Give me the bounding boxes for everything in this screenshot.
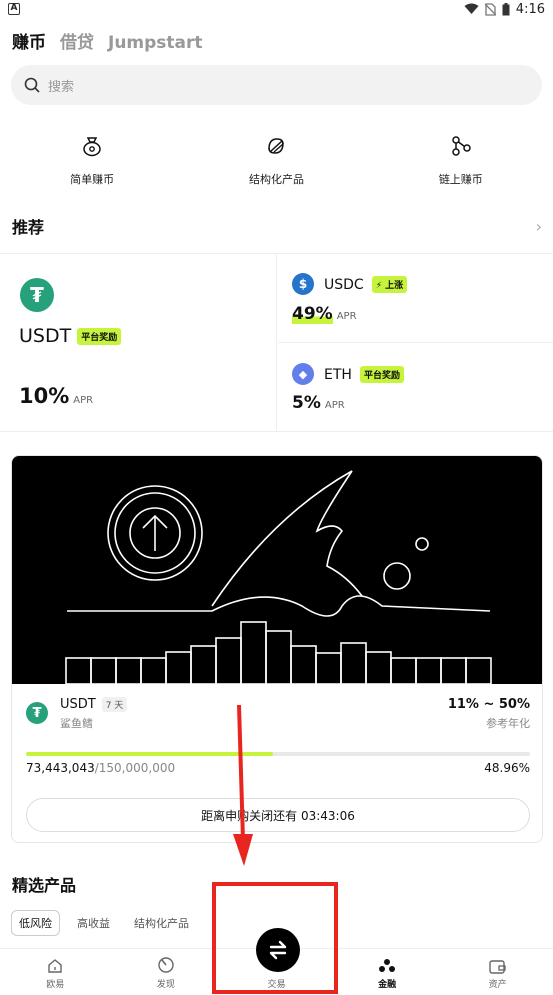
filter-structured[interactable]: 结构化产品 (127, 911, 196, 935)
wallet-icon (489, 960, 506, 974)
chevron-right-icon: › (535, 216, 542, 236)
category-label: 简单赚币 (70, 173, 115, 186)
shark-fin-illustration (65, 470, 492, 685)
rising-badge-label: 上涨 (385, 281, 404, 291)
category-label: 链上赚币 (438, 173, 483, 186)
nav-label: 金融 (378, 980, 397, 990)
clock: 4:16 (515, 1, 545, 17)
structured-icon (268, 138, 285, 154)
recommend-card-eth[interactable]: ◆ ETH 平台奖励 5% APR (278, 343, 553, 432)
coin-name: USDT (19, 325, 72, 347)
recommend-cards: ₮ USDT 平台奖励 10% APR $ USDC ⚡ 上涨 49% APR … (0, 253, 553, 432)
home-icon (48, 959, 62, 973)
progress-bar (26, 752, 530, 756)
category-onchain[interactable]: 链上赚币 (369, 135, 553, 187)
progress-percent: 48.96% (484, 761, 530, 775)
nav-label: 发现 (156, 980, 175, 990)
moneybag-icon (83, 137, 101, 157)
usdt-coin-icon: ₮ (20, 278, 54, 312)
nav-assets[interactable]: 资产 (442, 949, 553, 995)
discover-icon (158, 957, 174, 973)
notification-icon: A (8, 3, 20, 15)
apr-label: APR (324, 400, 345, 411)
recommend-card-usdc[interactable]: $ USDC ⚡ 上涨 49% APR (278, 254, 553, 343)
top-tabs: 赚币 借贷 Jumpstart (12, 28, 203, 53)
platform-reward-badge: 平台奖励 (77, 327, 122, 345)
usdc-coin-icon: $ (292, 273, 314, 295)
trade-button[interactable] (256, 928, 300, 972)
countdown-button[interactable]: 距离申购关闭还有 03:43:06 (26, 798, 530, 832)
countdown-text: 距离申购关闭还有 03:43:06 (201, 808, 355, 823)
nav-label: 资产 (488, 980, 507, 990)
tab-earn[interactable]: 赚币 (12, 28, 46, 53)
category-label: 结构化产品 (248, 173, 304, 186)
search-placeholder: 搜索 (48, 79, 75, 95)
nav-label: 交易 (267, 980, 286, 990)
battery-icon (502, 2, 510, 15)
nav-finance[interactable]: 金融 (332, 949, 443, 995)
shark-fin-promo-card[interactable]: ₮ USDT 7 天 鲨鱼鳍 11% ~ 50% 参考年化 73,443,043… (11, 455, 543, 843)
category-structured[interactable]: 结构化产品 (184, 135, 368, 187)
raised-amount: 73,443,043 (26, 761, 95, 775)
nav-label: 欧易 (46, 980, 65, 990)
rate-range: 11% ~ 50% (447, 697, 530, 712)
no-sim-icon (484, 2, 496, 16)
featured-filters: 低风险 高收益 结构化产品 (11, 910, 196, 936)
progress-fill (26, 752, 273, 756)
onchain-icon (452, 136, 471, 156)
apr-value: 5% (292, 393, 321, 413)
status-bar: A 4:16 (0, 0, 553, 18)
product-name: 鲨鱼鳍 (60, 717, 93, 730)
featured-title: 精选产品 (12, 876, 77, 895)
term-badge: 7 天 (101, 697, 128, 712)
platform-reward-badge: 平台奖励 (359, 366, 404, 383)
total-amount: /150,000,000 (94, 761, 176, 775)
tab-loan[interactable]: 借贷 (60, 28, 94, 53)
coin-name: USDT (60, 697, 96, 712)
category-row: 简单赚币 结构化产品 链上赚币 (0, 135, 553, 187)
filter-high-yield[interactable]: 高收益 (70, 911, 117, 935)
promo-details: ₮ USDT 7 天 鲨鱼鳍 11% ~ 50% 参考年化 73,443,043… (12, 684, 542, 842)
apr-label: APR (73, 395, 94, 406)
finance-icon (379, 959, 396, 972)
category-simple-earn[interactable]: 简单赚币 (0, 135, 184, 187)
rising-badge: ⚡ 上涨 (371, 276, 408, 293)
search-icon (24, 77, 40, 93)
coin-name: USDC (324, 276, 364, 293)
recommend-card-usdt[interactable]: ₮ USDT 平台奖励 10% APR (0, 254, 277, 432)
rate-label: 参考年化 (486, 717, 530, 730)
eth-coin-icon: ◆ (292, 363, 314, 385)
coin-name: ETH (324, 366, 352, 383)
swap-arrows-icon (269, 940, 287, 960)
recommend-header[interactable]: 推荐 › (12, 214, 542, 238)
filter-low-risk[interactable]: 低风险 (11, 910, 60, 936)
nav-discover[interactable]: 发现 (111, 949, 222, 995)
usdt-coin-icon: ₮ (26, 702, 48, 724)
apr-value: 49% (292, 304, 333, 324)
promo-illustration (12, 456, 542, 685)
recommend-title: 推荐 (12, 218, 45, 237)
nav-home[interactable]: 欧易 (0, 949, 111, 995)
wifi-icon (464, 3, 479, 14)
apr-label: APR (336, 311, 357, 322)
apr-value: 10% (19, 384, 70, 408)
search-input[interactable]: 搜索 (11, 65, 542, 105)
tab-jumpstart[interactable]: Jumpstart (108, 33, 203, 53)
